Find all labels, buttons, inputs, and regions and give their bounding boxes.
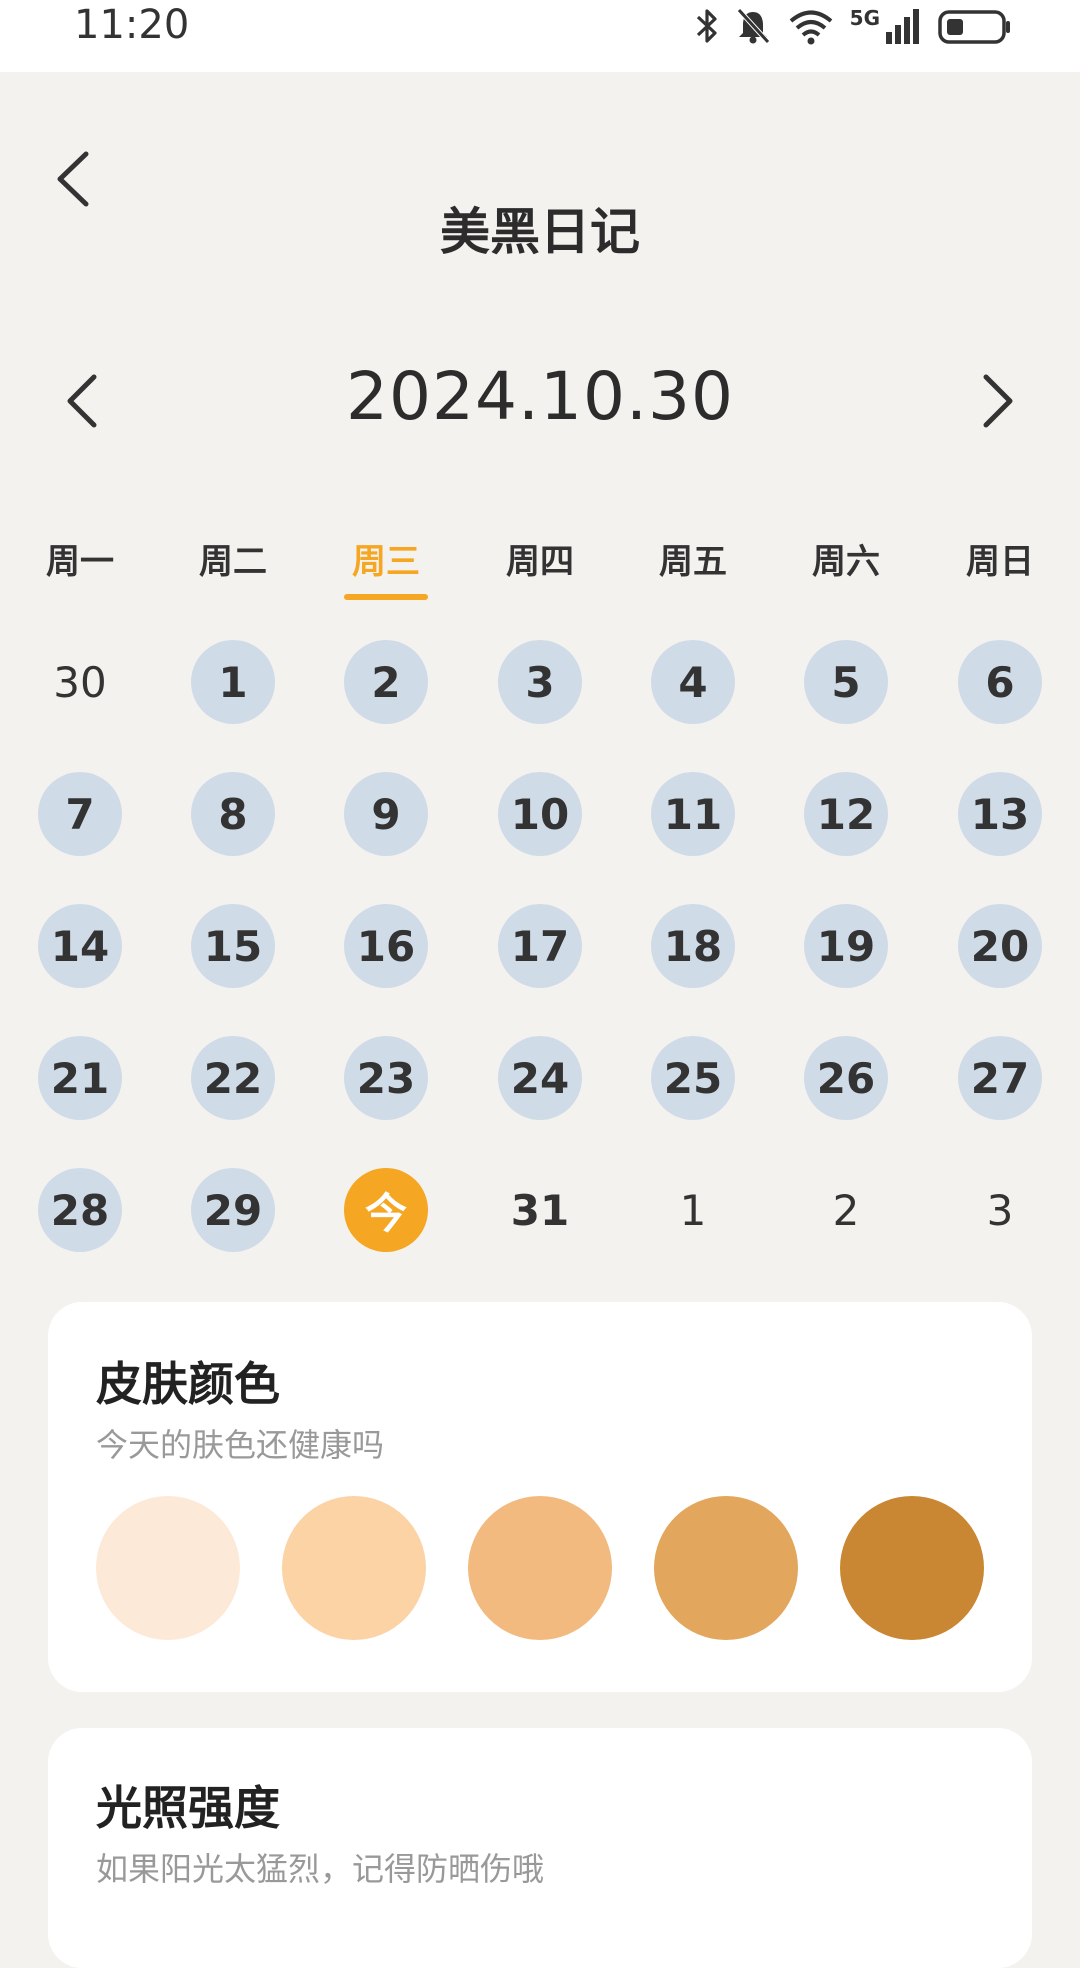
skin-color-swatch[interactable] [282,1496,426,1640]
calendar-day[interactable]: 12 [804,772,888,856]
skin-color-swatch[interactable] [654,1496,798,1640]
calendar-day[interactable]: 9 [344,772,428,856]
weekday-label: 周一 [46,542,114,582]
calendar-day[interactable]: 2 [804,1168,888,1252]
weekday-label: 周四 [506,542,574,582]
card-subtitle: 如果阳光太猛烈，记得防晒伤哦 [96,1850,545,1888]
calendar-day[interactable]: 22 [191,1036,275,1120]
weekday-active-indicator [344,594,428,600]
skin-color-swatch[interactable] [468,1496,612,1640]
current-date: 2024.10.30 [346,358,734,435]
card-title: 皮肤颜色 [96,1357,280,1411]
calendar-day[interactable]: 3 [958,1168,1042,1252]
light-intensity-card: 光照强度 如果阳光太猛烈，记得防晒伤哦 [48,1728,1032,1968]
calendar-day[interactable]: 3 [498,640,582,724]
calendar-day[interactable]: 20 [958,904,1042,988]
calendar-day[interactable]: 5 [804,640,888,724]
card-subtitle: 今天的肤色还健康吗 [96,1426,385,1464]
weekday-label: 周六 [812,542,880,582]
calendar-day[interactable]: 10 [498,772,582,856]
battery-icon [938,6,1012,46]
calendar-day[interactable]: 7 [38,772,122,856]
calendar-day[interactable]: 26 [804,1036,888,1120]
signal-icon [884,6,924,46]
calendar-day[interactable]: 6 [958,640,1042,724]
status-bar: 11:20 5G [0,0,1080,72]
calendar-day[interactable]: 25 [651,1036,735,1120]
calendar-day[interactable]: 14 [38,904,122,988]
bluetooth-icon [694,6,720,46]
status-time: 11:20 [74,2,190,48]
calendar-day[interactable]: 2 [344,640,428,724]
weekday-label: 周五 [659,542,727,582]
calendar-day[interactable]: 29 [191,1168,275,1252]
bell-off-icon [734,6,772,46]
calendar-day[interactable]: 23 [344,1036,428,1120]
calendar-day[interactable]: 13 [958,772,1042,856]
calendar-day[interactable]: 28 [38,1168,122,1252]
signal-5g-label: 5G [849,6,880,30]
calendar-day[interactable]: 1 [191,640,275,724]
skin-color-swatch[interactable] [840,1496,984,1640]
status-icons: 5G [694,4,1012,48]
calendar-day[interactable]: 31 [498,1168,582,1252]
skin-color-card: 皮肤颜色 今天的肤色还健康吗 [48,1302,1032,1692]
calendar-day-today[interactable]: 今 [344,1168,428,1252]
calendar-day[interactable]: 24 [498,1036,582,1120]
chevron-right-icon [970,374,1020,434]
calendar-day[interactable]: 27 [958,1036,1042,1120]
calendar-day[interactable]: 4 [651,640,735,724]
calendar-day[interactable]: 30 [38,640,122,724]
calendar-day[interactable]: 18 [651,904,735,988]
page-title: 美黑日记 [440,203,640,261]
calendar-day[interactable]: 11 [651,772,735,856]
calendar-day[interactable]: 1 [651,1168,735,1252]
calendar-day[interactable]: 17 [498,904,582,988]
calendar-day[interactable]: 21 [38,1036,122,1120]
calendar-day[interactable]: 16 [344,904,428,988]
card-title: 光照强度 [96,1781,280,1835]
next-date-button[interactable] [970,372,1020,430]
weekday-label: 周二 [199,542,267,582]
calendar-day[interactable]: 15 [191,904,275,988]
wifi-icon [786,6,836,46]
weekday-label: 周三 [352,542,420,582]
weekday-label: 周日 [966,542,1034,582]
calendar-day[interactable]: 19 [804,904,888,988]
skin-color-swatch[interactable] [96,1496,240,1640]
calendar-day[interactable]: 8 [191,772,275,856]
